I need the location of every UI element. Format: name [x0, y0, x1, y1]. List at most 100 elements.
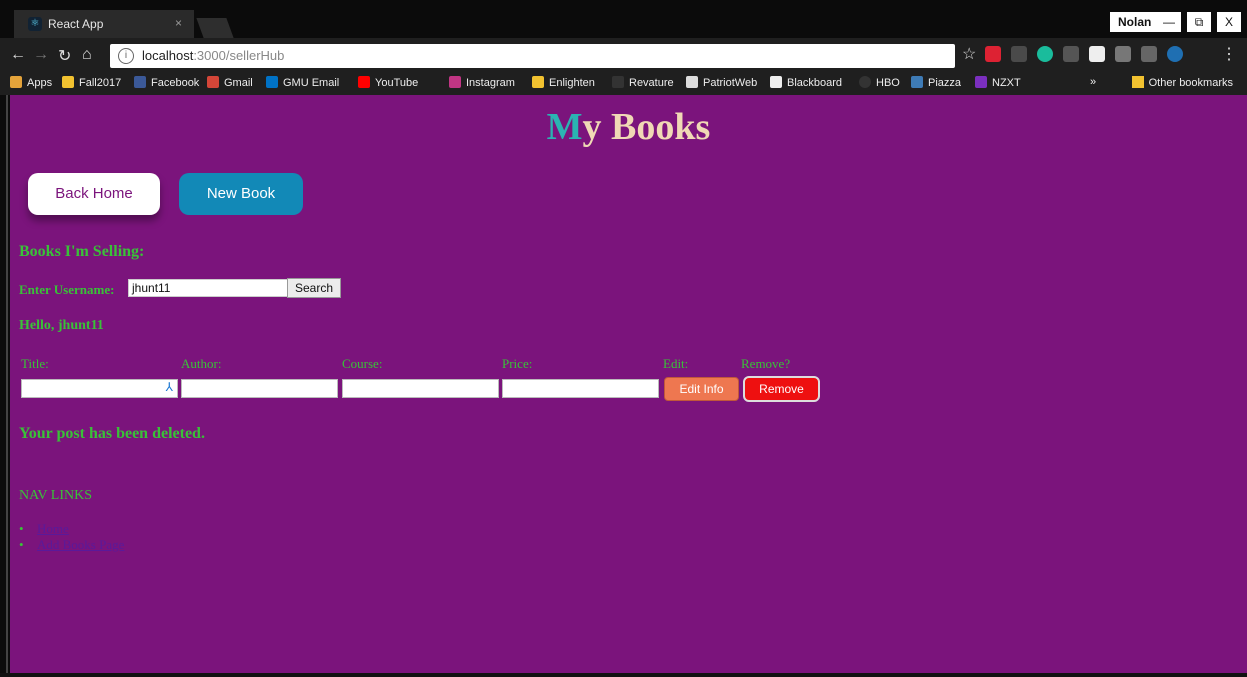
course-field[interactable] — [342, 379, 499, 398]
column-header-author: Author: — [181, 356, 222, 371]
bookmark-label: YouTube — [375, 77, 419, 89]
extension-m-icon[interactable] — [1037, 46, 1053, 62]
url-host: localhost — [142, 48, 194, 63]
edit-info-button[interactable]: Edit Info — [664, 377, 739, 401]
nav-links-list: • Home • Add Books Page — [19, 521, 124, 553]
hbo-icon — [859, 76, 871, 88]
other-bookmarks[interactable]: Other bookmarks — [1131, 76, 1233, 89]
tab-title: React App — [48, 17, 104, 31]
bookmark-label: Revature — [629, 77, 674, 89]
extension-shield-icon[interactable] — [1167, 46, 1183, 62]
drive-icon[interactable] — [1089, 46, 1105, 62]
pen-icon: ⅄ — [165, 380, 173, 394]
youtube-icon — [358, 76, 370, 88]
bookmark-revature[interactable]: Revature — [612, 76, 674, 89]
info-icon[interactable]: i — [118, 48, 134, 64]
remove-button[interactable]: Remove — [743, 376, 820, 402]
extensions-bar — [985, 46, 1193, 67]
bookmarks-overflow-chevron-icon[interactable]: » — [1090, 76, 1096, 88]
page-title-first-letter: M — [546, 106, 583, 148]
bookmark-nzxt[interactable]: NZXT — [975, 76, 1021, 89]
browser-toolbar: ← → ↻ ⌂ i localhost:3000/sellerHub ☆ ⋮ — [0, 38, 1247, 74]
bookmark-label: NZXT — [992, 77, 1021, 89]
gmail-icon — [207, 76, 219, 88]
facebook-icon — [134, 76, 146, 88]
bookmark-label: Apps — [27, 77, 53, 89]
bookmark-patriotweb[interactable]: PatriotWeb — [686, 76, 757, 89]
bookmark-youtube[interactable]: YouTube — [358, 76, 418, 89]
menu-icon[interactable]: ⋮ — [1221, 44, 1237, 64]
bookmark-label: GMU Email — [283, 77, 340, 89]
column-header-title: Title: — [21, 356, 49, 371]
new-tab-button[interactable] — [196, 18, 234, 38]
bookmark-star-icon[interactable]: ☆ — [962, 44, 976, 64]
bookmark-facebook[interactable]: Facebook — [134, 76, 199, 89]
bullet-icon: • — [19, 521, 24, 536]
extension-window-icon[interactable] — [1115, 46, 1131, 62]
close-icon[interactable]: × — [175, 16, 182, 30]
home-icon[interactable]: ⌂ — [82, 46, 92, 64]
bookmark-label: PatriotWeb — [703, 77, 758, 89]
title-field[interactable]: ⅄ — [21, 379, 178, 398]
deleted-message: Your post has been deleted. — [19, 425, 205, 442]
bookmark-label: Fall2017 — [79, 77, 122, 89]
bookmark-gmu-email[interactable]: GMU Email — [266, 76, 339, 89]
reload-icon[interactable]: ↻ — [58, 46, 71, 66]
bookmark-apps[interactable]: Apps — [10, 76, 52, 89]
column-header-remove: Remove? — [741, 356, 791, 371]
column-header-price: Price: — [502, 356, 533, 371]
address-bar[interactable]: i localhost:3000/sellerHub — [110, 44, 955, 68]
apps-grid-icon — [10, 76, 22, 88]
bullet-icon: • — [19, 537, 24, 552]
other-bookmarks-label: Other bookmarks — [1148, 77, 1233, 89]
bookmark-label: Facebook — [151, 77, 200, 89]
tab-strip: ⚛ React App × Nolan — ⧉ X — [0, 0, 1247, 38]
restore-button[interactable]: ⧉ — [1187, 12, 1211, 32]
react-icon: ⚛ — [28, 17, 42, 31]
nav-link-home[interactable]: Home — [37, 521, 69, 536]
minimize-button[interactable]: — — [1157, 12, 1181, 32]
extension-pin-icon[interactable] — [1063, 46, 1079, 62]
nzxt-icon — [975, 76, 987, 88]
column-header-course: Course: — [342, 356, 383, 371]
close-window-button[interactable]: X — [1217, 12, 1241, 32]
url-text: localhost:3000/sellerHub — [142, 48, 284, 63]
price-field[interactable] — [502, 379, 659, 398]
back-home-button[interactable]: Back Home — [28, 173, 160, 215]
bookmark-piazza[interactable]: Piazza — [911, 76, 961, 89]
outlook-icon — [266, 76, 278, 88]
nav-link-add-books[interactable]: Add Books Page — [37, 537, 124, 552]
bookmark-instagram[interactable]: Instagram — [449, 76, 515, 89]
author-field[interactable] — [181, 379, 338, 398]
taskbar-edge — [0, 673, 1247, 677]
browser-tab[interactable]: ⚛ React App × — [14, 10, 194, 38]
folder-icon — [1131, 76, 1144, 88]
revature-icon — [612, 76, 624, 88]
bookmark-enlighten[interactable]: Enlighten — [532, 76, 595, 89]
list-item: • Add Books Page — [19, 537, 124, 553]
bookmark-hbo[interactable]: HBO — [859, 76, 900, 89]
search-button[interactable]: Search — [287, 278, 341, 298]
forward-arrow-icon[interactable]: → — [33, 46, 49, 64]
folder-icon — [62, 76, 74, 88]
new-book-button[interactable]: New Book — [179, 173, 303, 215]
bookmark-label: Instagram — [466, 77, 515, 89]
bookmark-gmail[interactable]: Gmail — [207, 76, 253, 89]
pdf-icon[interactable] — [1141, 46, 1157, 62]
username-label: Enter Username: — [19, 282, 115, 297]
page-content: My Books Back Home New Book Books I'm Se… — [10, 95, 1247, 673]
extension-k-icon[interactable] — [1011, 46, 1027, 62]
url-path: :3000/sellerHub — [193, 48, 285, 63]
bookmarks-bar: Apps Fall2017 Facebook Gmail GMU Email Y… — [0, 74, 1247, 95]
instagram-icon — [449, 76, 461, 88]
username-input[interactable]: jhunt11 — [128, 279, 296, 297]
folder-icon — [532, 76, 544, 88]
window-controls: — ⧉ X — [1151, 12, 1241, 32]
piazza-icon — [911, 76, 923, 88]
page-title: My Books — [10, 105, 1247, 149]
browser-chrome: ⚛ React App × Nolan — ⧉ X ← → ↻ ⌂ i localh… — [0, 0, 1247, 95]
extension-stop-icon[interactable] — [985, 46, 1001, 62]
bookmark-blackboard[interactable]: Blackboard — [770, 76, 842, 89]
bookmark-fall2017[interactable]: Fall2017 — [62, 76, 121, 89]
back-arrow-icon[interactable]: ← — [10, 46, 26, 64]
